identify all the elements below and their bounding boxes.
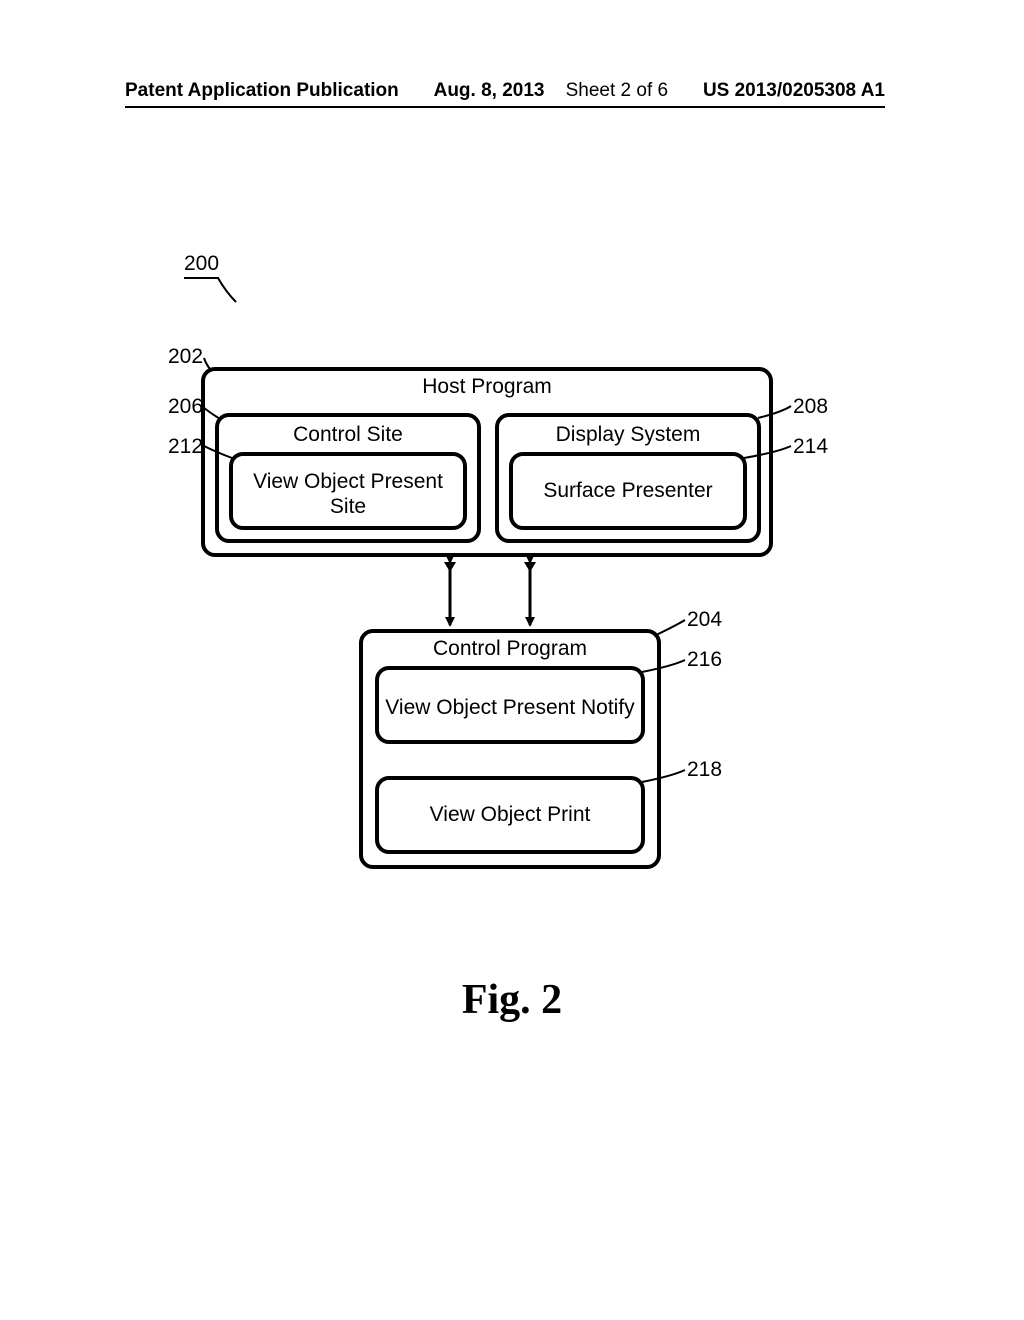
ref-204: 204	[687, 608, 722, 632]
control-site-label: Control Site	[219, 423, 477, 447]
view-object-present-site-box: View Object Present Site	[229, 452, 467, 530]
ref-206: 206	[168, 395, 203, 419]
host-program-label: Host Program	[205, 375, 769, 399]
view-object-print-label: View Object Print	[430, 802, 591, 827]
page-header: Patent Application Publication Aug. 8, 2…	[125, 80, 885, 102]
header-rule	[125, 106, 885, 108]
view-object-present-notify-box: View Object Present Notify	[375, 666, 645, 744]
view-object-present-notify-label: View Object Present Notify	[385, 689, 634, 720]
sheet-number: Sheet 2 of 6	[566, 80, 668, 101]
ref-216: 216	[687, 648, 722, 672]
page: Patent Application Publication Aug. 8, 2…	[0, 0, 1024, 1320]
ref-202: 202	[168, 345, 203, 369]
view-object-print-box: View Object Print	[375, 776, 645, 854]
publication-number: US 2013/0205308 A1	[703, 80, 885, 102]
figure-caption: Fig. 2	[0, 976, 1024, 1024]
surface-presenter-box: Surface Presenter	[509, 452, 747, 530]
display-system-label: Display System	[499, 423, 757, 447]
view-object-present-site-label: View Object Present Site	[233, 463, 463, 519]
ref-212: 212	[168, 435, 203, 459]
ref-208: 208	[793, 395, 828, 419]
surface-presenter-label: Surface Presenter	[543, 478, 712, 503]
publication-label: Patent Application Publication	[125, 80, 399, 102]
ref-214: 214	[793, 435, 828, 459]
ref-218: 218	[687, 758, 722, 782]
ref-200: 200	[184, 252, 219, 279]
publication-date: Aug. 8, 2013	[434, 80, 545, 101]
control-program-label: Control Program	[363, 637, 657, 661]
